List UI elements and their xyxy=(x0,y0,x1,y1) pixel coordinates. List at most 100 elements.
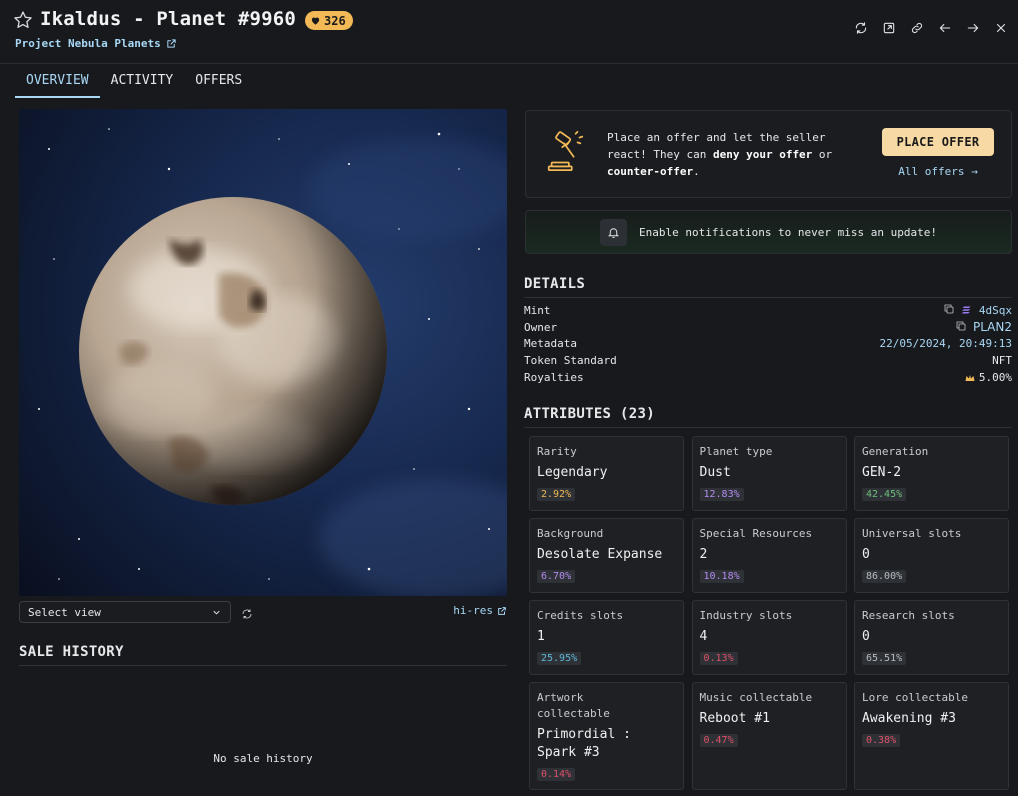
attribute-rarity-percent: 42.45% xyxy=(862,488,907,501)
copy-icon[interactable] xyxy=(955,320,967,335)
detail-label: Token Standard xyxy=(524,354,617,368)
hi-res-label: hi-res xyxy=(453,604,493,617)
arrow-left-icon[interactable] xyxy=(937,20,952,35)
attribute-name: Artwork collectable xyxy=(537,691,610,720)
open-new-window-icon[interactable] xyxy=(881,20,896,35)
attribute-name: Universal slots xyxy=(862,527,962,540)
all-offers-link[interactable]: All offers → xyxy=(882,165,994,178)
external-link-icon xyxy=(167,39,176,48)
enable-notifications-banner[interactable]: Enable notifications to never miss an up… xyxy=(525,210,1012,254)
attribute-rarity-percent: 6.70% xyxy=(537,570,576,583)
detail-label: Mint xyxy=(524,303,551,317)
media-controls: Select view hi-res xyxy=(19,600,507,623)
notifications-text: Enable notifications to never miss an up… xyxy=(638,225,937,239)
external-link-icon xyxy=(498,606,506,615)
attribute-value: GEN-2 xyxy=(862,465,902,480)
detail-label: Royalties xyxy=(524,371,584,385)
attribute-name: Industry slots xyxy=(699,609,793,622)
arrow-right-icon[interactable] xyxy=(965,20,980,35)
header-actions xyxy=(853,20,1008,35)
likes-badge: 326 xyxy=(305,11,353,30)
attribute-value: Legendary xyxy=(537,465,608,480)
page-header: Ikaldus - Planet #9960 326 Project Nebul… xyxy=(0,0,1018,64)
attributes-title: ATTRIBUTES (23) xyxy=(524,406,1012,428)
detail-row-royalties: Royalties 5.00% xyxy=(524,369,1012,386)
no-sale-history: No sale history xyxy=(213,752,313,765)
attribute-value: Primordial : Spark #3 xyxy=(537,727,631,760)
detail-row-token-standard: Token Standard NFT xyxy=(524,352,1012,369)
select-view-label: Select view xyxy=(28,605,101,619)
attribute-card[interactable]: Planet type Dust 12.83% xyxy=(691,436,847,511)
details-title: DETAILS xyxy=(524,276,1012,298)
mint-address-link[interactable]: 4dSqx xyxy=(979,304,1012,317)
detail-value: PLAN2 xyxy=(955,320,1012,335)
detail-row-metadata: Metadata 22/05/2024, 20:49:13 xyxy=(524,336,1012,353)
crown-icon xyxy=(965,374,975,381)
attribute-value: 4 xyxy=(699,629,708,644)
attribute-name: Special Resources xyxy=(699,527,813,540)
attribute-value: 2 xyxy=(699,547,708,562)
chevron-down-icon xyxy=(213,610,220,615)
sale-history-title: SALE HISTORY xyxy=(19,644,507,666)
attribute-value: 0 xyxy=(862,629,870,644)
attribute-rarity-percent: 86.00% xyxy=(862,570,907,583)
page-title: Ikaldus - Planet #9960 xyxy=(40,8,297,30)
copy-icon[interactable] xyxy=(943,303,955,318)
detail-value: NFT xyxy=(992,354,1012,368)
close-icon[interactable] xyxy=(993,20,1008,35)
attribute-card[interactable]: Generation GEN-2 42.45% xyxy=(854,436,1009,511)
detail-label: Metadata xyxy=(524,337,577,351)
attribute-rarity-percent: 0.13% xyxy=(699,652,738,665)
place-offer-button[interactable]: PLACE OFFER xyxy=(882,128,994,156)
attribute-rarity-percent: 65.51% xyxy=(862,652,907,665)
attribute-value: Awakening #3 xyxy=(862,711,956,726)
attribute-card[interactable]: Special Resources 2 10.18% xyxy=(691,518,847,593)
hi-res-link[interactable]: hi-res xyxy=(453,604,507,617)
detail-value: 5.00% xyxy=(964,371,1012,384)
attribute-card[interactable]: Industry slots 4 0.13% xyxy=(691,600,847,675)
attribute-card[interactable]: Background Desolate Expanse 6.70% xyxy=(529,518,684,593)
gavel-icon xyxy=(543,128,589,174)
refresh-view-icon[interactable] xyxy=(241,605,254,619)
planet-image[interactable] xyxy=(19,109,507,596)
attribute-rarity-percent: 12.83% xyxy=(699,488,744,501)
attribute-value: 0 xyxy=(862,547,870,562)
owner-link[interactable]: PLAN2 xyxy=(973,320,1012,334)
likes-count: 326 xyxy=(324,13,346,28)
attribute-rarity-percent: 25.95% xyxy=(537,652,582,665)
attribute-value: 1 xyxy=(537,629,545,644)
detail-row-owner: Owner PLAN2 xyxy=(524,319,1012,336)
tab-overview[interactable]: OVERVIEW xyxy=(15,66,100,98)
attribute-rarity-percent: 0.14% xyxy=(537,768,576,781)
attribute-card[interactable]: Artwork collectable Primordial : Spark #3… xyxy=(529,682,684,790)
attribute-name: Background xyxy=(537,527,604,540)
attribute-rarity-percent: 0.47% xyxy=(699,734,738,747)
tab-offers[interactable]: OFFERS xyxy=(184,66,253,98)
attribute-value: Reboot #1 xyxy=(699,711,770,726)
refresh-icon[interactable] xyxy=(853,20,868,35)
attribute-value: Desolate Expanse xyxy=(537,547,663,562)
favorite-star-icon[interactable] xyxy=(13,10,33,30)
attributes-grid: Rarity Legendary 2.92% Planet type Dust 12.83… xyxy=(529,436,1012,790)
offer-description: Place an offer and let the seller react!… xyxy=(607,131,833,178)
heart-icon xyxy=(311,17,320,25)
detail-row-mint: Mint 4dSqx xyxy=(524,302,1012,319)
tab-activity[interactable]: ACTIVITY xyxy=(100,66,185,98)
attribute-card[interactable]: Credits slots 1 25.95% xyxy=(529,600,684,675)
attribute-card[interactable]: Rarity Legendary 2.92% xyxy=(529,436,684,511)
attribute-rarity-percent: 2.92% xyxy=(537,488,576,501)
attribute-name: Credits slots xyxy=(537,609,624,622)
attribute-value: Dust xyxy=(699,465,731,480)
attribute-card[interactable]: Lore collectable Awakening #3 0.38% xyxy=(854,682,1009,790)
attribute-card[interactable]: Research slots 0 65.51% xyxy=(854,600,1009,675)
detail-label: Owner xyxy=(524,320,558,334)
details-list: Mint 4dSqx Owner PLAN2 Metadata 22/05/20… xyxy=(524,302,1012,386)
detail-value: 4dSqx xyxy=(943,303,1012,318)
select-view-dropdown[interactable]: Select view xyxy=(19,601,231,623)
attribute-card[interactable]: Music collectable Reboot #1 0.47% xyxy=(691,682,847,790)
solana-icon xyxy=(961,306,971,314)
collection-link[interactable]: Project Nebula Planets xyxy=(15,37,177,50)
link-icon[interactable] xyxy=(909,20,924,35)
attribute-card[interactable]: Universal slots 0 86.00% xyxy=(854,518,1009,593)
metadata-link[interactable]: 22/05/2024, 20:49:13 xyxy=(880,337,1012,350)
